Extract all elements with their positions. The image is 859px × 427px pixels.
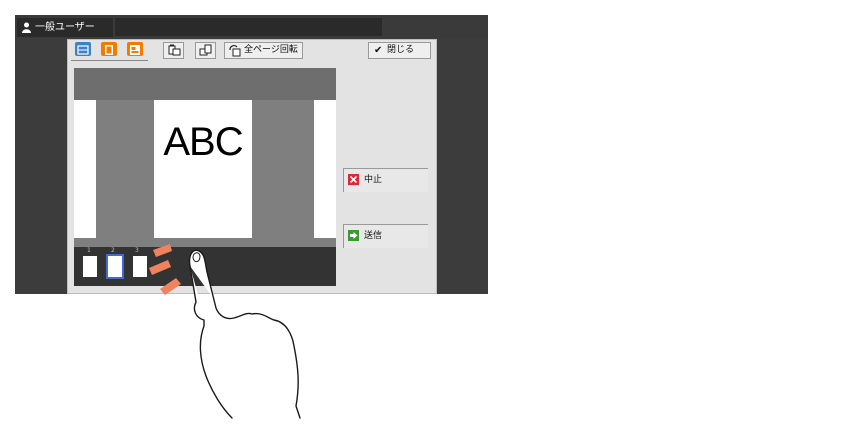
thumbnail-number: 1 [87, 247, 91, 254]
thumbnail-page[interactable] [83, 256, 97, 277]
close-button[interactable]: ✔ 閉じる [368, 42, 431, 59]
view-mode-list-button[interactable] [75, 42, 91, 56]
user-icon [22, 22, 31, 33]
cancel-x-icon [348, 174, 359, 185]
list-view-icon [77, 45, 89, 55]
thumbnail-number: 3 [135, 247, 139, 254]
send-arrow-icon [348, 230, 359, 241]
thumbnail-view-icon [130, 45, 140, 55]
rotate-right-icon [199, 44, 212, 56]
preview-header-band [74, 68, 336, 100]
thumbnail-page[interactable] [133, 256, 147, 277]
top-bar: 一般ユーザー [15, 15, 488, 38]
page-content-text: ABC [163, 120, 243, 164]
title-field [115, 18, 382, 36]
view-mode-page-button[interactable] [101, 42, 117, 56]
current-page-preview[interactable]: ABC [154, 100, 252, 238]
close-label: 閉じる [387, 45, 415, 55]
rotate-left-button[interactable] [163, 42, 184, 59]
thumbnail-strip[interactable]: 1 2 3 [74, 247, 336, 286]
page-preview-area[interactable]: ABC 1 2 3 [74, 68, 336, 286]
cancel-label: 中止 [364, 175, 383, 185]
user-label: 一般ユーザー [35, 22, 95, 33]
previous-page-preview[interactable] [74, 100, 96, 238]
rotate-left-icon [168, 44, 181, 56]
device-screen: 一般ユーザー 全ページ回転 ✔ 閉じる ABC 1 2 3 中止 送信 [15, 15, 488, 294]
send-label: 送信 [364, 231, 383, 241]
next-page-preview[interactable] [314, 100, 336, 238]
rotate-all-label: 全ページ回転 [244, 45, 298, 55]
thumbnail-page-selected[interactable] [106, 254, 124, 279]
rotate-all-pages-button[interactable]: 全ページ回転 [224, 42, 303, 59]
preview-dialog: 全ページ回転 ✔ 閉じる ABC 1 2 3 中止 送信 [67, 39, 437, 294]
rotate-right-button[interactable] [195, 42, 216, 59]
cancel-button[interactable]: 中止 [343, 168, 428, 192]
thumbnail-number: 2 [111, 247, 115, 254]
view-mode-group [71, 41, 148, 61]
view-mode-thumbnail-button[interactable] [127, 42, 143, 56]
page-view-icon [105, 45, 113, 55]
rotate-all-icon [229, 45, 241, 57]
user-tab[interactable]: 一般ユーザー [17, 18, 113, 37]
send-button[interactable]: 送信 [343, 224, 428, 248]
check-icon: ✔ [374, 45, 383, 56]
